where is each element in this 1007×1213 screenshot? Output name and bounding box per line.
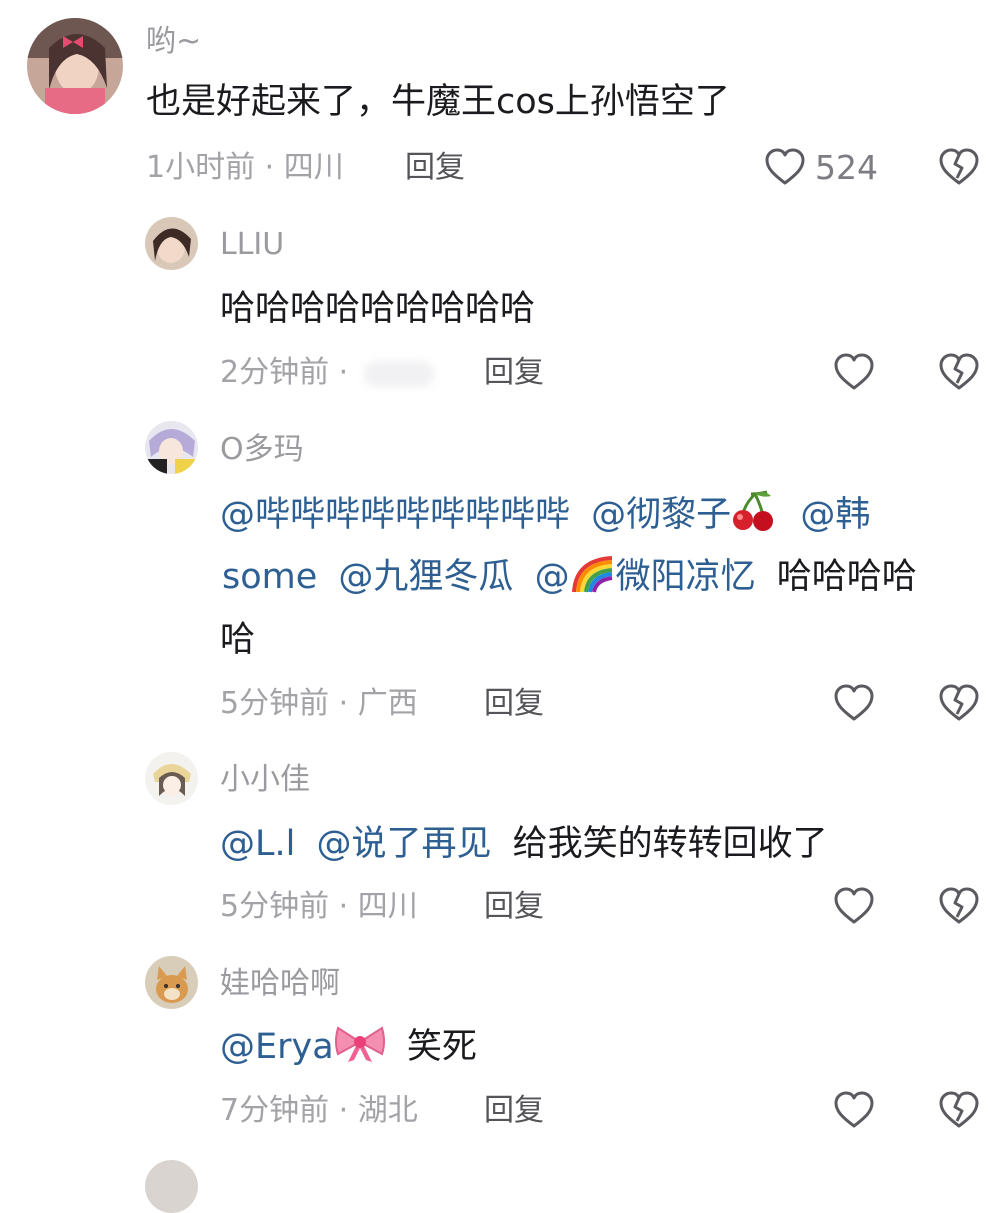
comment-meta: 2分钟前 ·: [220, 353, 434, 393]
avatar[interactable]: [145, 217, 198, 270]
dislike-button[interactable]: [938, 682, 980, 724]
comment-meta: 7分钟前 · 湖北: [220, 1091, 418, 1131]
mention-link[interactable]: @九狸冬瓜: [338, 557, 513, 597]
like-button[interactable]: [833, 885, 875, 927]
comment-location: 四川: [357, 889, 418, 924]
mention-link[interactable]: @ 微阳凉忆: [535, 556, 756, 597]
comment-text: @L.l @说了再见 给我笑的转转回收了: [220, 820, 828, 868]
like-count: 524: [815, 148, 878, 187]
heart-outline-icon: [834, 1091, 874, 1128]
dislike-button[interactable]: [938, 1089, 980, 1131]
comment-meta: 5分钟前 · 广西: [220, 684, 418, 724]
like-button[interactable]: [833, 682, 875, 724]
mention-link[interactable]: @说了再见: [317, 824, 492, 864]
broken-heart-icon: [939, 1091, 979, 1128]
comment-username[interactable]: 娃哈哈啊: [220, 964, 340, 1004]
comment-username[interactable]: LLIU: [220, 225, 284, 265]
mention-link[interactable]: @韩: [800, 495, 870, 535]
comment-time: 1小时前: [146, 150, 256, 185]
comment-location: 四川: [283, 150, 344, 185]
comment-tail: 给我笑的转转回收了: [512, 824, 828, 864]
comment-time: 2分钟前: [220, 355, 330, 390]
avatar[interactable]: [145, 956, 198, 1009]
location-blurred: [363, 360, 434, 387]
reply-button[interactable]: 回复: [484, 887, 544, 927]
heart-outline-icon: [834, 353, 874, 390]
mention-link-continued[interactable]: some: [222, 557, 317, 597]
comment-text: 哈哈哈哈哈哈哈哈哈: [220, 289, 536, 329]
rainbow-emoji: [571, 556, 612, 593]
comment-username[interactable]: O多玛: [220, 430, 304, 470]
comment-time: 7分钟前: [220, 1093, 330, 1128]
comment-location: 湖北: [357, 1093, 418, 1128]
reply-button[interactable]: 回复: [405, 148, 465, 188]
dislike-button[interactable]: [938, 146, 980, 188]
mention-link[interactable]: @Erya: [220, 1026, 386, 1067]
meta-separator: ·: [264, 150, 275, 185]
comment-text: @哔哔哔哔哔哔哔哔哔 @彻黎子 @韩: [220, 490, 870, 539]
ribbon-bow-emoji: [334, 1026, 385, 1062]
meta-separator: ·: [338, 1093, 349, 1128]
like-button[interactable]: [764, 146, 806, 188]
avatar[interactable]: [145, 752, 198, 805]
broken-heart-icon: [939, 887, 979, 924]
comment-username[interactable]: 小小佳: [220, 760, 310, 800]
broken-heart-icon: [939, 684, 979, 721]
reply-button[interactable]: 回复: [484, 353, 544, 393]
heart-outline-icon: [765, 148, 805, 185]
meta-separator: ·: [338, 889, 349, 924]
comment-text: 也是好起来了，牛魔王cos上孙悟空了: [146, 82, 730, 122]
reply-button[interactable]: 回复: [484, 684, 544, 724]
avatar[interactable]: [145, 421, 198, 474]
comment-meta: 1小时前 · 四川: [146, 148, 344, 188]
comment-text-line2: some @九狸冬瓜 @ 微阳凉忆 哈哈哈哈: [222, 553, 917, 601]
comment-text: @Erya 笑死: [220, 1023, 477, 1071]
heart-outline-icon: [834, 887, 874, 924]
mention-link[interactable]: @彻黎子: [591, 490, 777, 535]
comment-tail: 哈哈哈哈: [776, 557, 917, 597]
dislike-button[interactable]: [938, 351, 980, 393]
comment-location: 广西: [357, 686, 418, 721]
heart-outline-icon: [834, 684, 874, 721]
reply-button[interactable]: 回复: [484, 1091, 544, 1131]
comment-text-line3: 哈: [220, 620, 256, 660]
meta-separator: ·: [338, 686, 349, 721]
meta-separator: ·: [338, 355, 349, 390]
like-button[interactable]: [833, 1089, 875, 1131]
comment-time: 5分钟前: [220, 889, 330, 924]
avatar[interactable]: [27, 18, 123, 114]
broken-heart-icon: [939, 353, 979, 390]
cherry-emoji: [733, 490, 774, 531]
comment-tail: 笑死: [406, 1027, 477, 1067]
mention-link[interactable]: @哔哔哔哔哔哔哔哔哔: [220, 495, 570, 535]
mention-link[interactable]: @L.l: [220, 824, 295, 864]
comment-meta: 5分钟前 · 四川: [220, 887, 418, 927]
broken-heart-icon: [939, 148, 979, 185]
avatar[interactable]: [145, 1160, 198, 1213]
dislike-button[interactable]: [938, 885, 980, 927]
comment-time: 5分钟前: [220, 686, 330, 721]
like-button[interactable]: [833, 351, 875, 393]
comment-username[interactable]: 哟~: [146, 22, 201, 62]
